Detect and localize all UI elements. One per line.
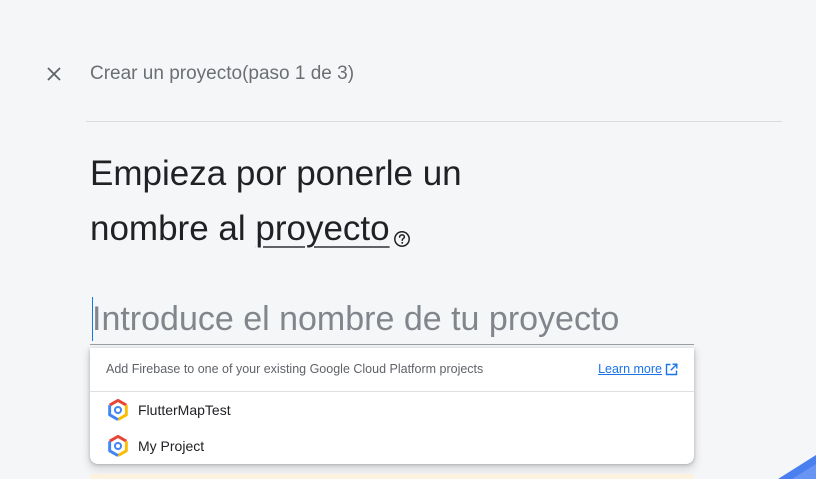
page-title: Crear un proyecto(paso 1 de 3) (90, 63, 355, 84)
existing-projects-dropdown: Add Firebase to one of your existing Goo… (90, 348, 694, 464)
project-option-label: My Project (138, 438, 205, 454)
project-option-label: FlutterMapTest (138, 402, 231, 418)
project-name-underline (90, 344, 694, 345)
google-cloud-icon (108, 399, 128, 421)
project-name-input[interactable] (92, 296, 694, 342)
open-in-new-icon (665, 363, 678, 375)
dropdown-header: Add Firebase to one of your existing Goo… (90, 348, 694, 392)
learn-more-link[interactable]: Learn more (598, 362, 678, 376)
decorative-shape (778, 455, 816, 479)
headline-line2-prefix: nombre al (90, 209, 256, 248)
close-icon (47, 67, 61, 81)
create-project-page: Crear un proyecto(paso 1 de 3) Empieza p… (0, 0, 816, 479)
header-divider (86, 121, 782, 122)
project-option-fluttermaptest[interactable]: FlutterMapTest (90, 392, 694, 428)
info-banner-edge (90, 474, 694, 479)
learn-more-label: Learn more (598, 362, 662, 376)
close-button[interactable] (42, 62, 66, 86)
google-cloud-icon (108, 435, 128, 457)
project-option-my-project[interactable]: My Project (90, 428, 694, 464)
help-circle-icon[interactable] (393, 209, 411, 247)
text-caret (92, 297, 93, 341)
dropdown-hint: Add Firebase to one of your existing Goo… (106, 362, 484, 376)
headline-line1: Empieza por ponerle un (90, 154, 462, 193)
headline: Empieza por ponerle un nombre al proyecto (90, 146, 730, 256)
project-term-link[interactable]: proyecto (255, 209, 389, 248)
